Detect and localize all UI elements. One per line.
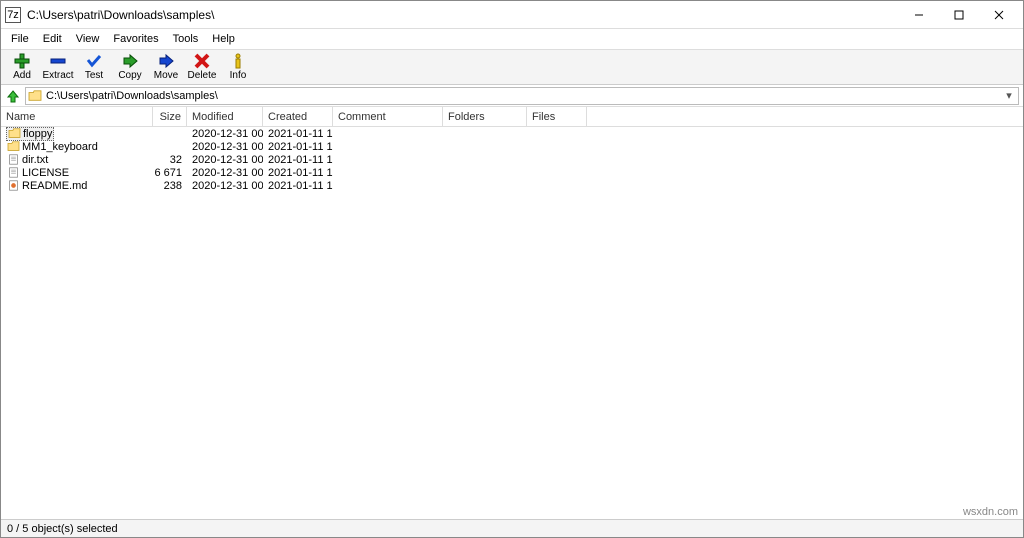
cell-modified: 2020-12-31 00:09 (187, 141, 263, 153)
address-dropdown-icon[interactable]: ▾ (1002, 89, 1016, 102)
column-headers: Name Size Modified Created Comment Folde… (1, 107, 1023, 127)
statusbar: 0 / 5 object(s) selected (1, 519, 1023, 537)
minimize-button[interactable] (899, 3, 939, 27)
cell-created: 2021-01-11 18:18 (263, 154, 333, 166)
cell-created: 2021-01-11 18:17 (263, 128, 333, 140)
minus-icon (48, 53, 68, 69)
folder-icon (7, 141, 20, 152)
address-input[interactable] (46, 89, 1002, 103)
titlebar: 7z C:\Users\patri\Downloads\samples\ (1, 1, 1023, 29)
file-icon (7, 167, 20, 178)
menu-view[interactable]: View (70, 31, 106, 47)
toolbar: Add Extract Test Copy Move Delete Info (1, 49, 1023, 85)
app-icon: 7z (5, 7, 21, 23)
file-name: README.md (22, 180, 87, 192)
folder-icon (28, 90, 42, 102)
menu-tools[interactable]: Tools (167, 31, 205, 47)
cell-created: 2021-01-11 18:17 (263, 141, 333, 153)
file-list[interactable]: floppy2020-12-31 00:092021-01-11 18:17MM… (1, 127, 1023, 519)
watermark: wsxdn.com (963, 506, 1018, 518)
file-name: MM1_keyboard (22, 141, 98, 153)
cell-name: floppy (1, 127, 153, 141)
plus-icon (12, 53, 32, 69)
maximize-button[interactable] (939, 3, 979, 27)
file-icon (7, 154, 20, 165)
cell-created: 2021-01-11 18:18 (263, 167, 333, 179)
window-controls (899, 3, 1019, 27)
cell-size: 6 671 (153, 167, 187, 179)
table-row[interactable]: floppy 2020-12-31 00:092021-01-11 18:17 (1, 127, 1023, 140)
status-text: 0 / 5 object(s) selected (7, 523, 118, 535)
add-button[interactable]: Add (5, 52, 39, 82)
up-icon[interactable] (5, 88, 21, 104)
arrow-right-green-icon (120, 53, 140, 69)
header-comment[interactable]: Comment (333, 107, 443, 126)
test-button[interactable]: Test (77, 52, 111, 82)
info-icon (228, 53, 248, 69)
menu-help[interactable]: Help (206, 31, 241, 47)
addressbar: ▾ (1, 85, 1023, 107)
cell-modified: 2020-12-31 00:25 (187, 167, 263, 179)
cell-modified: 2020-12-31 00:25 (187, 180, 263, 192)
extract-button[interactable]: Extract (41, 52, 75, 82)
address-field-wrap[interactable]: ▾ (25, 87, 1019, 105)
file-name: dir.txt (22, 154, 48, 166)
file-name: LICENSE (22, 167, 69, 179)
cell-modified: 2020-12-31 00:09 (187, 128, 263, 140)
delete-button[interactable]: Delete (185, 52, 219, 82)
folder-icon (8, 128, 21, 139)
cell-size: 32 (153, 154, 187, 166)
header-created[interactable]: Created (263, 107, 333, 126)
check-icon (84, 53, 104, 69)
x-icon (192, 53, 212, 69)
table-row[interactable]: LICENSE 6 6712020-12-31 00:252021-01-11 1… (1, 166, 1023, 179)
table-row[interactable]: README.md 2382020-12-31 00:252021-01-11 1… (1, 179, 1023, 192)
header-folders[interactable]: Folders (443, 107, 527, 126)
header-size[interactable]: Size (153, 107, 187, 126)
copy-button[interactable]: Copy (113, 52, 147, 82)
menu-favorites[interactable]: Favorites (107, 31, 164, 47)
cell-created: 2021-01-11 18:18 (263, 180, 333, 192)
menu-file[interactable]: File (5, 31, 35, 47)
menu-edit[interactable]: Edit (37, 31, 68, 47)
cell-modified: 2020-12-31 00:25 (187, 154, 263, 166)
arrow-right-blue-icon (156, 53, 176, 69)
cell-name: MM1_keyboard (1, 141, 153, 153)
table-row[interactable]: dir.txt 322020-12-31 00:252021-01-11 18:1… (1, 153, 1023, 166)
header-files[interactable]: Files (527, 107, 587, 126)
file-icon (7, 180, 20, 191)
cell-name: dir.txt (1, 154, 153, 166)
cell-size: 238 (153, 180, 187, 192)
window-title: C:\Users\patri\Downloads\samples\ (27, 8, 899, 22)
close-button[interactable] (979, 3, 1019, 27)
header-modified[interactable]: Modified (187, 107, 263, 126)
cell-name: LICENSE (1, 167, 153, 179)
table-row[interactable]: MM1_keyboard 2020-12-31 00:092021-01-11 1… (1, 140, 1023, 153)
header-name[interactable]: Name (1, 107, 153, 126)
file-name: floppy (23, 128, 52, 140)
cell-name: README.md (1, 180, 153, 192)
info-button[interactable]: Info (221, 52, 255, 82)
move-button[interactable]: Move (149, 52, 183, 82)
menubar: File Edit View Favorites Tools Help (1, 29, 1023, 49)
